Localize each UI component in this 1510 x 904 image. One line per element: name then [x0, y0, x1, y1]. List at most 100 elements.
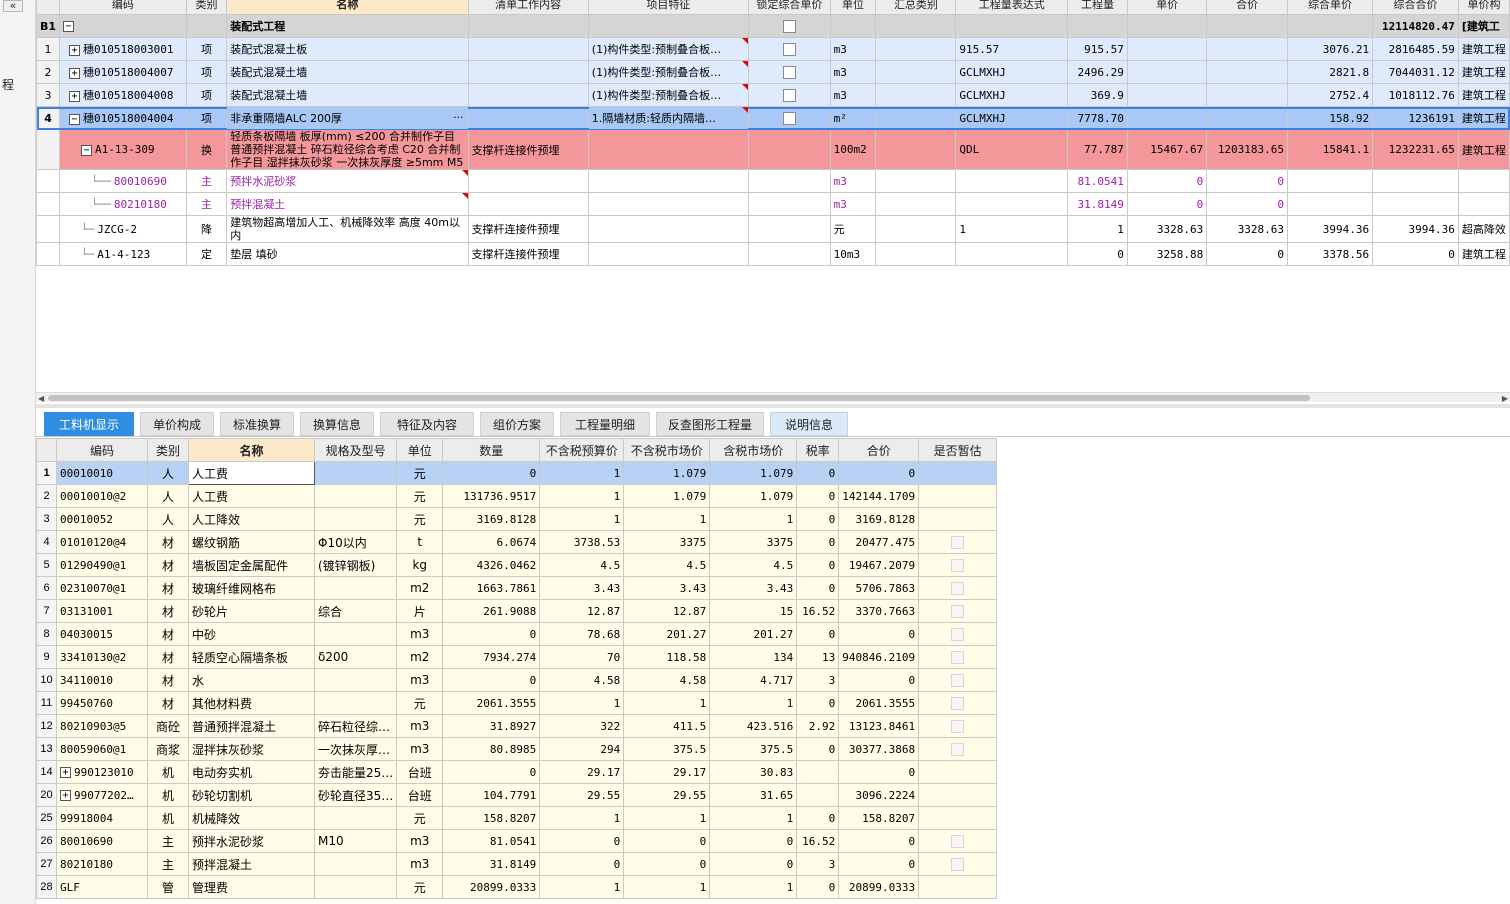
resource-market-price[interactable]: 1.079 — [623, 484, 711, 508]
bill-name[interactable]: 装配式混凝土墙 — [226, 83, 469, 107]
resource-tax-rate[interactable]: 3 — [796, 668, 840, 692]
bill-type[interactable]: 主 — [185, 169, 228, 193]
resource-code[interactable]: 80010690 — [56, 829, 148, 853]
expand-icon[interactable]: + — [60, 790, 71, 801]
resource-name[interactable]: 墙板固定金属配件 — [188, 553, 315, 577]
bill-quantity-expression[interactable] — [955, 192, 1069, 216]
resource-tax-market-price[interactable]: 134 — [709, 645, 798, 669]
bill-row[interactable]: 2 + 穗010518004007 项装配式混凝土墙 (1)构件类型:预制叠合板… m3 G… — [36, 60, 1510, 84]
resource-quantity[interactable]: 104.7791 — [442, 783, 541, 807]
bill-work-content[interactable] — [467, 169, 589, 193]
bill-price-build[interactable]: 建筑工程 — [1457, 83, 1510, 107]
bill-work-content[interactable] — [467, 37, 589, 61]
lock-price-cell[interactable] — [748, 169, 831, 193]
bill-row[interactable]: B1− 装配式工程 12114820.47 [建筑工 — [36, 14, 1510, 38]
resource-type[interactable]: 材 — [147, 599, 189, 623]
resource-quantity[interactable]: 31.8149 — [442, 852, 541, 876]
resource-tax-market-price[interactable]: 1.079 — [709, 484, 798, 508]
lock-price-cell[interactable] — [748, 83, 831, 107]
resource-unit[interactable]: 片 — [396, 599, 444, 623]
resource-quantity[interactable]: 7934.274 — [442, 645, 541, 669]
provisional-cell[interactable] — [918, 875, 998, 899]
resource-market-price[interactable]: 4.58 — [623, 668, 711, 692]
resource-budget-price[interactable]: 1 — [539, 806, 625, 830]
resource-code[interactable]: 80210180 — [56, 852, 148, 876]
bill-unit[interactable]: 10m3 — [829, 242, 877, 266]
bill-price-build[interactable]: 建筑工程 — [1457, 106, 1510, 130]
resource-spec[interactable]: 砂轮直径35… — [313, 783, 398, 807]
resource-code[interactable]: 33410130@2 — [56, 645, 148, 669]
resource-code[interactable]: 00010010@2 — [56, 484, 148, 508]
bill-quantity[interactable] — [1067, 14, 1128, 38]
scroll-left-icon[interactable]: ◀ — [38, 394, 44, 403]
resource-code[interactable]: 80059060@1 — [56, 737, 148, 761]
resource-row[interactable]: 3 00010052 人人工降效元 3169.8128 1 1 1 0 3169.8128 — [36, 507, 998, 531]
bill-row[interactable]: − A1-13-309 换轻质条板隔墙 板厚(mm) ≤200 合并制作子目 普通预… — [36, 129, 1510, 170]
resource-unit[interactable]: kg — [396, 553, 444, 577]
resource-market-price[interactable]: 411.5 — [623, 714, 711, 738]
resource-spec[interactable] — [313, 875, 398, 899]
resource-unit[interactable]: m2 — [396, 645, 444, 669]
bill-type[interactable]: 项 — [185, 83, 228, 107]
resource-code[interactable]: 99450760 — [56, 691, 148, 715]
resource-quantity[interactable]: 131736.9517 — [442, 484, 541, 508]
resource-type[interactable]: 人 — [147, 484, 189, 508]
provisional-cell[interactable] — [918, 806, 998, 830]
resource-tax-market-price[interactable]: 4.5 — [709, 553, 798, 577]
resource-header-2[interactable]: 类别 — [147, 438, 189, 462]
bill-row[interactable]: └── 80210180 主预拌混凝土 m3 31.8149 0 0 — [36, 192, 1510, 216]
resource-market-price[interactable]: 0 — [623, 829, 711, 853]
tab-6[interactable]: 工程量明细 — [560, 412, 650, 436]
resource-market-price[interactable]: 201.27 — [623, 622, 711, 646]
tab-4[interactable]: 特征及内容 — [380, 412, 474, 436]
resource-tax-rate[interactable]: 13 — [796, 645, 840, 669]
resource-quantity[interactable]: 6.0674 — [442, 530, 541, 554]
lock-price-cell[interactable] — [748, 242, 831, 266]
resource-code[interactable]: 01010120@4 — [56, 530, 148, 554]
bill-quantity-expression[interactable]: 1 — [955, 215, 1069, 243]
resource-header-12[interactable]: 是否暂估 — [918, 438, 998, 462]
tab-1[interactable]: 单价构成 — [140, 412, 214, 436]
resource-row[interactable]: 2 00010010@2 人人工费元 131736.9517 1 1.079 1.079 0 1… — [36, 484, 998, 508]
provisional-cell[interactable] — [918, 852, 998, 876]
provisional-cell[interactable] — [918, 461, 998, 485]
resource-tax-rate[interactable]: 0 — [796, 530, 840, 554]
resource-code[interactable]: +990123010 — [56, 760, 148, 784]
expand-icon[interactable]: + — [60, 767, 71, 778]
bill-unit-price[interactable] — [1126, 14, 1208, 38]
resource-market-price[interactable]: 1 — [623, 691, 711, 715]
lock-price-cell[interactable] — [748, 215, 831, 243]
resource-unit[interactable]: 元 — [396, 691, 444, 715]
provisional-checkbox[interactable] — [951, 605, 965, 618]
resource-header-5[interactable]: 单位 — [396, 438, 444, 462]
resource-spec[interactable] — [313, 622, 398, 646]
resource-name[interactable]: 管理费 — [188, 875, 315, 899]
resource-code[interactable]: 80210903@5 — [56, 714, 148, 738]
resource-type[interactable]: 人 — [147, 507, 189, 531]
bill-header-7[interactable]: 单位 — [829, 0, 877, 15]
bill-name[interactable]: 预拌混凝土 — [226, 192, 469, 216]
bill-work-content[interactable] — [467, 60, 589, 84]
resource-tax-rate[interactable]: 0 — [796, 461, 840, 485]
resource-header-9[interactable]: 含税市场价 — [709, 438, 798, 462]
scrollbar-thumb[interactable] — [48, 395, 1310, 401]
bill-work-content[interactable]: 支撑杆连接件预埋 — [467, 242, 589, 266]
resource-header-7[interactable]: 不含税预算价 — [539, 438, 625, 462]
lock-price-cell[interactable] — [748, 192, 831, 216]
bill-summary-type[interactable] — [875, 215, 957, 243]
bill-header-11[interactable]: 单价 — [1126, 0, 1208, 15]
bill-feature[interactable]: (1)构件类型:预制叠合板… — [587, 60, 750, 84]
bill-type[interactable]: 主 — [185, 192, 228, 216]
resource-unit[interactable]: m3 — [396, 714, 444, 738]
bill-name[interactable]: 建筑物超高增加人工、机械降效率 高度 40m以内 — [226, 215, 469, 243]
resource-quantity[interactable]: 31.8927 — [442, 714, 541, 738]
bill-type[interactable]: 项 — [185, 37, 228, 61]
bill-row[interactable]: └─ JZCG-2 降建筑物超高增加人工、机械降效率 高度 40m以内 支撑杆连接件预… — [36, 215, 1510, 243]
resource-budget-price[interactable]: 1 — [539, 484, 625, 508]
provisional-checkbox[interactable] — [951, 720, 965, 733]
resource-row[interactable]: 8 04030015 材中砂 m3 0 78.68 201.27 201.27 0 0 — [36, 622, 998, 646]
bill-summary-type[interactable] — [875, 83, 957, 107]
bill-code[interactable]: + 穗010518004008 — [59, 83, 187, 107]
tab-7[interactable]: 反查图形工程量 — [656, 412, 764, 436]
provisional-checkbox[interactable] — [951, 536, 965, 549]
